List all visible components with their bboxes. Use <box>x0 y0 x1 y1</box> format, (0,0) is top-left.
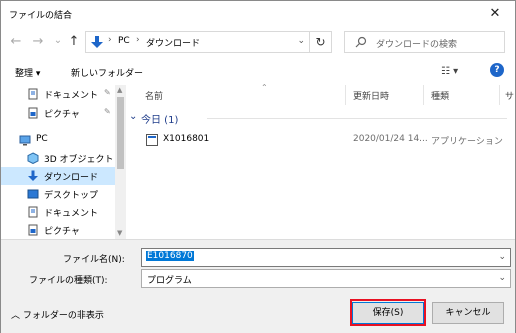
download-icon <box>28 170 38 181</box>
filename-label: ファイル名(N): <box>63 255 125 265</box>
back-button[interactable]: ← <box>7 33 25 51</box>
sidebar-item-label: 3D オブジェクト <box>44 155 114 165</box>
chevron-right-icon: › <box>136 35 140 45</box>
desktop-icon <box>27 189 39 199</box>
chevron-up-icon: ︿ <box>11 311 21 321</box>
sidebar-item-label: ドキュメント <box>44 91 99 101</box>
navigation-pane: ドキュメント ✎ ピクチャ ✎ PC 3D オブジェクト ダウンロード デスクト… <box>1 85 126 239</box>
sidebar-item-label: デスクトップ <box>44 191 99 201</box>
document-icon <box>28 206 38 218</box>
application-icon <box>146 134 158 146</box>
pin-icon: ✎ <box>104 88 111 97</box>
group-collapse-icon[interactable]: ⌄ <box>129 111 137 122</box>
refresh-button[interactable]: ↻ <box>310 31 332 53</box>
chevron-down-icon[interactable]: ⌄ <box>498 273 506 283</box>
window-title: ファイルの結合 <box>9 11 73 21</box>
save-button[interactable]: 保存(S) <box>352 302 424 324</box>
scroll-down-icon[interactable]: ▼ <box>117 229 122 237</box>
filetype-select[interactable]: プログラム ⌄ <box>141 269 511 288</box>
scroll-up-icon[interactable]: ▲ <box>117 86 122 94</box>
pictures-icon <box>28 224 38 236</box>
chevron-down-icon[interactable]: ⌄ <box>498 252 506 262</box>
sidebar-item-documents-quick[interactable]: ドキュメント ✎ <box>1 85 123 103</box>
title-bar: ファイルの結合 ✕ <box>1 1 515 27</box>
search-icon <box>355 36 367 48</box>
pin-icon: ✎ <box>104 107 111 116</box>
column-header-name[interactable]: 名前 <box>145 89 163 109</box>
group-divider <box>207 118 507 119</box>
column-divider[interactable] <box>499 85 500 105</box>
command-toolbar: 整理 ▾ 新しいフォルダー ☷ ▾ ? <box>1 59 515 85</box>
column-divider[interactable] <box>423 85 424 105</box>
file-list: 名前 更新日時 種類 サ ⌃ ⌄ 今日 (1) X1016801 2020/01… <box>127 83 515 239</box>
cancel-button[interactable]: キャンセル <box>432 302 504 324</box>
sidebar-item-label: ピクチャ <box>44 110 80 120</box>
hide-folders-button[interactable]: ︿ フォルダーの非表示 <box>11 308 104 321</box>
sidebar-item-pc[interactable]: PC <box>1 131 123 149</box>
file-name: X1016801 <box>163 134 210 144</box>
chevron-right-icon: › <box>108 35 112 45</box>
sidebar-item-pictures-quick[interactable]: ピクチャ ✎ <box>1 104 123 122</box>
filetype-label: ファイルの種類(T): <box>29 276 108 286</box>
sidebar-item-pictures[interactable]: ピクチャ <box>1 221 123 239</box>
navigation-scrollbar[interactable]: ▲ ▼ <box>115 85 126 239</box>
hide-folders-label: フォルダーの非表示 <box>22 311 104 321</box>
filename-value: E1016870 <box>146 251 194 261</box>
dialog-footer: ファイル名(N): E1016870 ⌄ ファイルの種類(T): プログラム ⌄… <box>1 239 515 333</box>
group-header[interactable]: 今日 (1) <box>141 111 178 126</box>
organize-button[interactable]: 整理 ▾ <box>15 66 40 79</box>
document-icon <box>28 88 38 100</box>
sidebar-item-desktop[interactable]: デスクトップ <box>1 185 123 203</box>
close-icon[interactable]: ✕ <box>475 1 515 27</box>
3d-objects-icon <box>27 152 39 164</box>
search-placeholder: ダウンロードの検索 <box>376 40 458 50</box>
up-button[interactable]: ↑ <box>65 33 83 51</box>
search-input[interactable]: ダウンロードの検索 <box>344 31 505 53</box>
column-header-size[interactable]: サ <box>505 89 514 109</box>
file-date: 2020/01/24 14... <box>353 134 428 144</box>
sidebar-item-label: ダウンロード <box>44 173 99 183</box>
sidebar-item-label: ピクチャ <box>44 227 80 237</box>
sidebar-item-3d-objects[interactable]: 3D オブジェクト <box>1 149 123 167</box>
breadcrumb-pc[interactable]: PC <box>118 36 130 46</box>
sidebar-item-downloads[interactable]: ダウンロード <box>1 167 123 185</box>
new-folder-button[interactable]: 新しいフォルダー <box>71 66 143 79</box>
download-icon <box>91 36 103 48</box>
sidebar-item-label: PC <box>36 134 48 144</box>
column-divider[interactable] <box>345 85 346 105</box>
column-header-date[interactable]: 更新日時 <box>353 89 389 109</box>
view-options-icon[interactable]: ☷ ▾ <box>441 66 458 77</box>
table-row[interactable]: X1016801 2020/01/24 14... アプリケーション <box>127 131 515 149</box>
filetype-value: プログラム <box>147 276 192 286</box>
breadcrumb-downloads[interactable]: ダウンロード <box>146 36 200 49</box>
sort-indicator-icon: ⌃ <box>261 83 268 92</box>
column-header-type[interactable]: 種類 <box>431 89 449 109</box>
sidebar-item-label: ドキュメント <box>44 209 99 219</box>
filename-field[interactable]: E1016870 ⌄ <box>141 248 511 267</box>
scrollbar-thumb[interactable] <box>117 97 124 169</box>
address-bar[interactable]: › PC › ダウンロード ⌄ <box>85 31 310 53</box>
sidebar-item-documents[interactable]: ドキュメント <box>1 203 123 221</box>
pc-icon <box>19 135 31 146</box>
pictures-icon <box>28 107 38 119</box>
file-dialog-window: ファイルの結合 ✕ ← → ⌄ ↑ › PC › ダウンロード ⌄ ↻ ダウンロ… <box>0 0 516 333</box>
forward-button[interactable]: → <box>29 33 47 51</box>
help-icon[interactable]: ? <box>490 63 504 77</box>
chevron-down-icon[interactable]: ⌄ <box>297 36 305 46</box>
file-type: アプリケーション <box>431 137 503 147</box>
